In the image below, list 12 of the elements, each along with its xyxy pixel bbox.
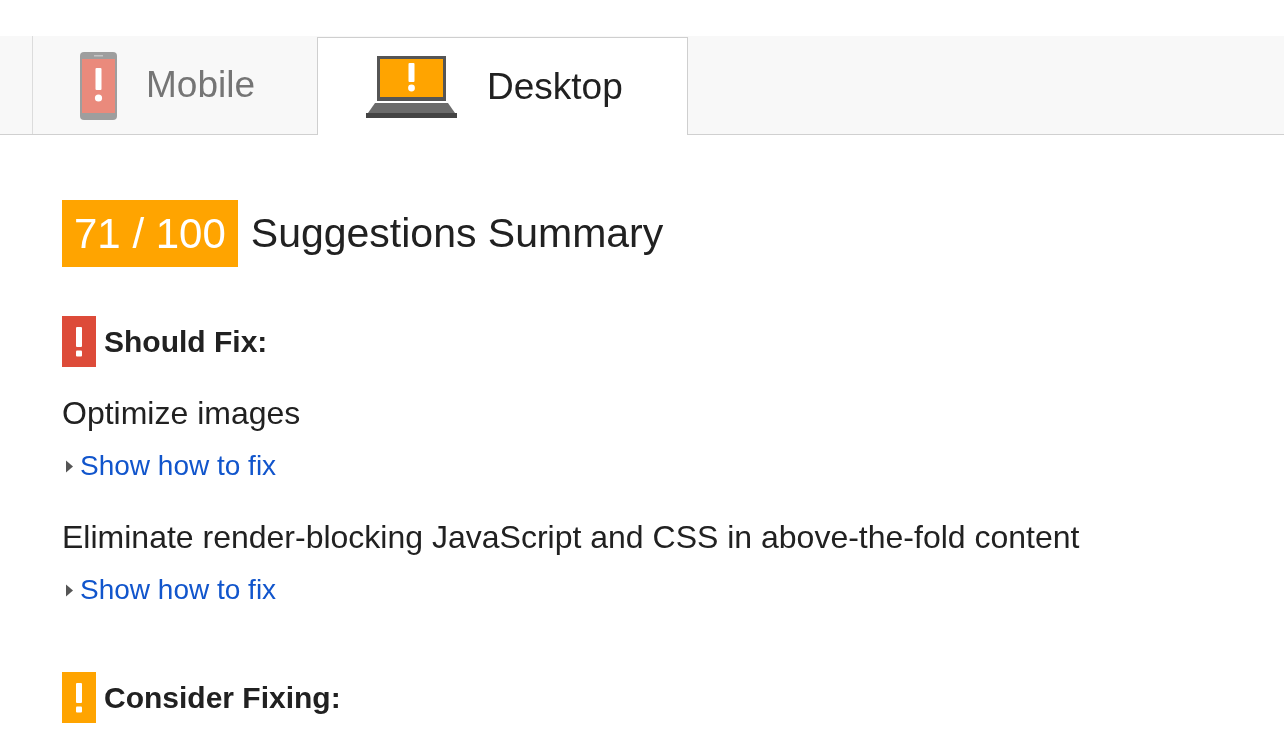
tab[interactable]: Mobile <box>32 36 317 134</box>
rule-title: Eliminate render-blocking JavaScript and CSS in above-the-fold content <box>62 518 1080 557</box>
summary-title: Suggestions Summary <box>250 209 664 258</box>
show-fix-link[interactable]: Show how to fix <box>62 572 277 608</box>
section-heading: Consider Fixing: <box>104 679 341 716</box>
laptop-icon <box>366 55 457 118</box>
tab[interactable]: Desktop <box>317 37 688 135</box>
section-heading: Should Fix: <box>104 323 268 360</box>
show-fix-link[interactable]: Show how to fix <box>62 448 277 484</box>
score-badge: 71 / 100 <box>62 200 238 267</box>
phone-icon <box>80 52 117 120</box>
rule-title: Optimize images <box>62 394 301 433</box>
